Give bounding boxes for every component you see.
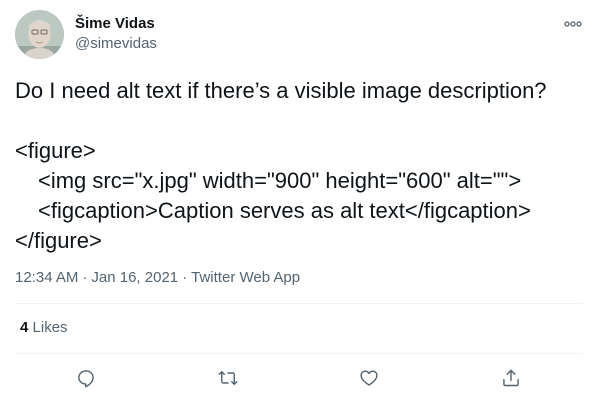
divider — [15, 353, 583, 354]
tweet-text: Do I need alt text if there’s a visible … — [15, 76, 585, 256]
code-line: <figure> — [15, 138, 96, 163]
meta-separator: · — [182, 269, 188, 286]
author-info: Šime Vidas @simevidas — [75, 14, 157, 54]
likes-stat[interactable]: 4 Likes — [20, 318, 68, 338]
action-bar — [0, 366, 598, 392]
tweet-question: Do I need alt text if there’s a visible … — [15, 78, 547, 103]
like-button[interactable] — [357, 366, 381, 390]
reply-icon — [78, 370, 94, 388]
tweet-meta: 12:34 AM · Jan 16, 2021 · Twitter Web App — [15, 268, 300, 288]
reply-button[interactable] — [74, 366, 98, 390]
more-button[interactable] — [564, 15, 582, 33]
more-dots-icon — [564, 21, 582, 27]
timestamp-time[interactable]: 12:34 AM — [15, 269, 78, 286]
divider — [15, 303, 583, 304]
display-name[interactable]: Šime Vidas — [75, 14, 157, 34]
code-line: <figcaption>Caption serves as alt text</… — [38, 198, 531, 223]
source-app-link[interactable]: Twitter Web App — [191, 269, 300, 286]
handle[interactable]: @simevidas — [75, 34, 157, 54]
timestamp-date[interactable]: Jan 16, 2021 — [91, 269, 178, 286]
avatar-image — [15, 10, 64, 59]
retweet-button[interactable] — [216, 366, 240, 390]
likes-label: Likes — [32, 319, 68, 336]
tweet: Šime Vidas @simevidas Do I need alt text… — [0, 0, 598, 402]
like-icon — [360, 370, 378, 386]
retweet-icon — [218, 371, 238, 385]
likes-count: 4 — [20, 319, 29, 336]
code-line: <img src="x.jpg" width="900" height="600… — [38, 168, 522, 193]
share-icon — [503, 369, 519, 387]
meta-separator: · — [82, 269, 88, 286]
share-button[interactable] — [499, 366, 523, 390]
avatar[interactable] — [15, 10, 64, 59]
code-line: </figure> — [15, 228, 102, 253]
